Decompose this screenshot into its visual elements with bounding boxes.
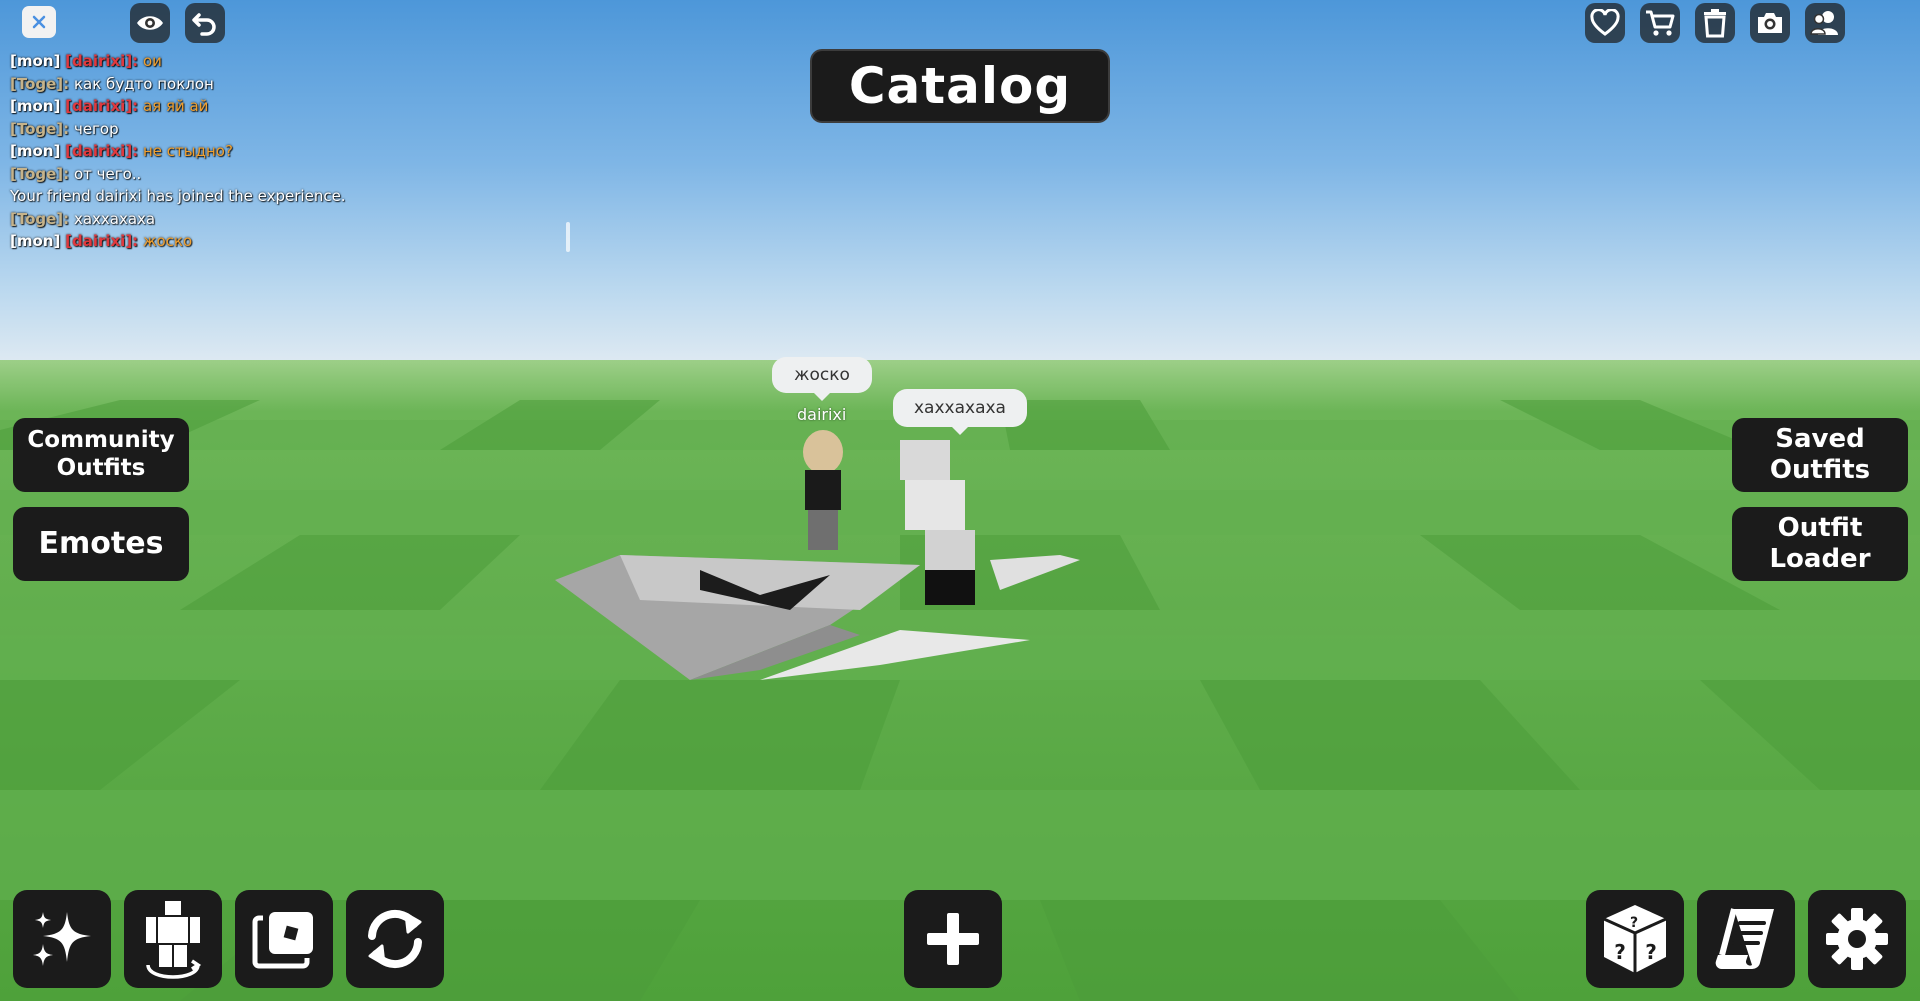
- catalog-pages-icon: [252, 912, 313, 969]
- chat-message: [mon] [dairixi]: не стыдно?: [10, 140, 570, 163]
- chat-text: от чего..: [73, 164, 142, 183]
- effects-button[interactable]: [13, 890, 111, 988]
- chat-username[interactable]: [Toge]:: [10, 75, 69, 93]
- cart-icon: [1646, 10, 1675, 36]
- chat-message: [mon] [dairixi]: жоско: [10, 230, 570, 253]
- chat-username[interactable]: [Toge]:: [10, 210, 69, 228]
- chat-message: [Toge]: хаххахаха: [10, 208, 570, 231]
- chat-text: Your friend dairixi has joined the exper…: [10, 187, 346, 205]
- chat-log[interactable]: [mon] [dairixi]: ои [Toge]: как будто пок…: [10, 50, 570, 253]
- chat-text: чегор: [73, 119, 119, 138]
- chat-username[interactable]: [Toge]:: [10, 120, 69, 138]
- chat-username[interactable]: [dairixi]:: [65, 97, 138, 115]
- camera-icon: [1758, 13, 1782, 33]
- svg-text:?: ?: [1614, 940, 1626, 964]
- screenshot-button[interactable]: [1750, 3, 1790, 43]
- speech-bubble-toge: хаххахаха: [893, 389, 1027, 435]
- chat-username[interactable]: [Toge]:: [10, 165, 69, 183]
- chat-username[interactable]: [dairixi]:: [65, 52, 138, 70]
- chat-message: Your friend dairixi has joined the exper…: [10, 185, 570, 208]
- chat-text: ая яй ай: [142, 97, 209, 115]
- avatar-editor-button[interactable]: [124, 890, 222, 988]
- chat-text: хаххахаха: [73, 209, 156, 228]
- friends-button[interactable]: [1805, 3, 1845, 43]
- chat-tag: [mon]: [10, 97, 61, 115]
- people-icon: [1810, 11, 1838, 35]
- page-title: Catalog: [810, 49, 1110, 123]
- chat-text: не стыдно?: [142, 142, 233, 160]
- delete-button[interactable]: [1695, 3, 1735, 43]
- catalog-items-button[interactable]: [235, 890, 333, 988]
- chat-message: [mon] [dairixi]: ая яй ай: [10, 95, 570, 118]
- trash-icon: [1704, 9, 1726, 38]
- receipt-icon: [1715, 908, 1774, 970]
- chat-tag: [mon]: [10, 232, 61, 250]
- undo-icon: [192, 13, 216, 36]
- settings-gear-icon: [1826, 908, 1888, 970]
- heart-icon: [1590, 9, 1620, 36]
- chat-text: ои: [142, 52, 162, 70]
- toggle-visibility-button[interactable]: [130, 3, 170, 43]
- add-item-button[interactable]: [904, 890, 1002, 988]
- reset-avatar-button[interactable]: [346, 890, 444, 988]
- settings-button[interactable]: [1808, 890, 1906, 988]
- chat-scrollbar[interactable]: [566, 222, 570, 252]
- chat-message: [Toge]: чегор: [10, 118, 570, 141]
- refresh-icon: [368, 909, 422, 969]
- undo-button[interactable]: [185, 3, 225, 43]
- community-outfits-button[interactable]: Community Outfits: [13, 418, 189, 492]
- eye-icon: [137, 16, 163, 30]
- favorites-button[interactable]: [1585, 3, 1625, 43]
- chat-username[interactable]: [dairixi]:: [65, 232, 138, 250]
- svg-text:?: ?: [1645, 940, 1657, 964]
- chat-message: [Toge]: от чего..: [10, 163, 570, 186]
- outfit-loader-button[interactable]: Outfit Loader: [1732, 507, 1908, 581]
- random-dice-icon: ???: [1603, 905, 1667, 973]
- sparkles-icon: [33, 912, 91, 966]
- plus-icon: [927, 913, 979, 965]
- emotes-button[interactable]: Emotes: [13, 507, 189, 581]
- speech-bubble-dairixi: жоско: [772, 357, 872, 401]
- player-nametag: dairixi: [797, 405, 847, 424]
- roblox-menu-button[interactable]: [22, 6, 56, 38]
- random-outfit-button[interactable]: ???: [1586, 890, 1684, 988]
- chat-text: как будто поклон: [73, 74, 214, 93]
- chat-message: [Toge]: как будто поклон: [10, 73, 570, 96]
- chat-username[interactable]: [dairixi]:: [65, 142, 138, 160]
- avatar-icon: [146, 901, 202, 979]
- chat-message: [mon] [dairixi]: ои: [10, 50, 570, 73]
- cart-button[interactable]: [1640, 3, 1680, 43]
- chat-tag: [mon]: [10, 52, 61, 70]
- outfit-receipt-button[interactable]: [1697, 890, 1795, 988]
- chat-text: жоско: [142, 232, 193, 250]
- svg-text:?: ?: [1630, 915, 1638, 931]
- chat-tag: [mon]: [10, 142, 61, 160]
- close-icon: [32, 15, 46, 29]
- saved-outfits-button[interactable]: Saved Outfits: [1732, 418, 1908, 492]
